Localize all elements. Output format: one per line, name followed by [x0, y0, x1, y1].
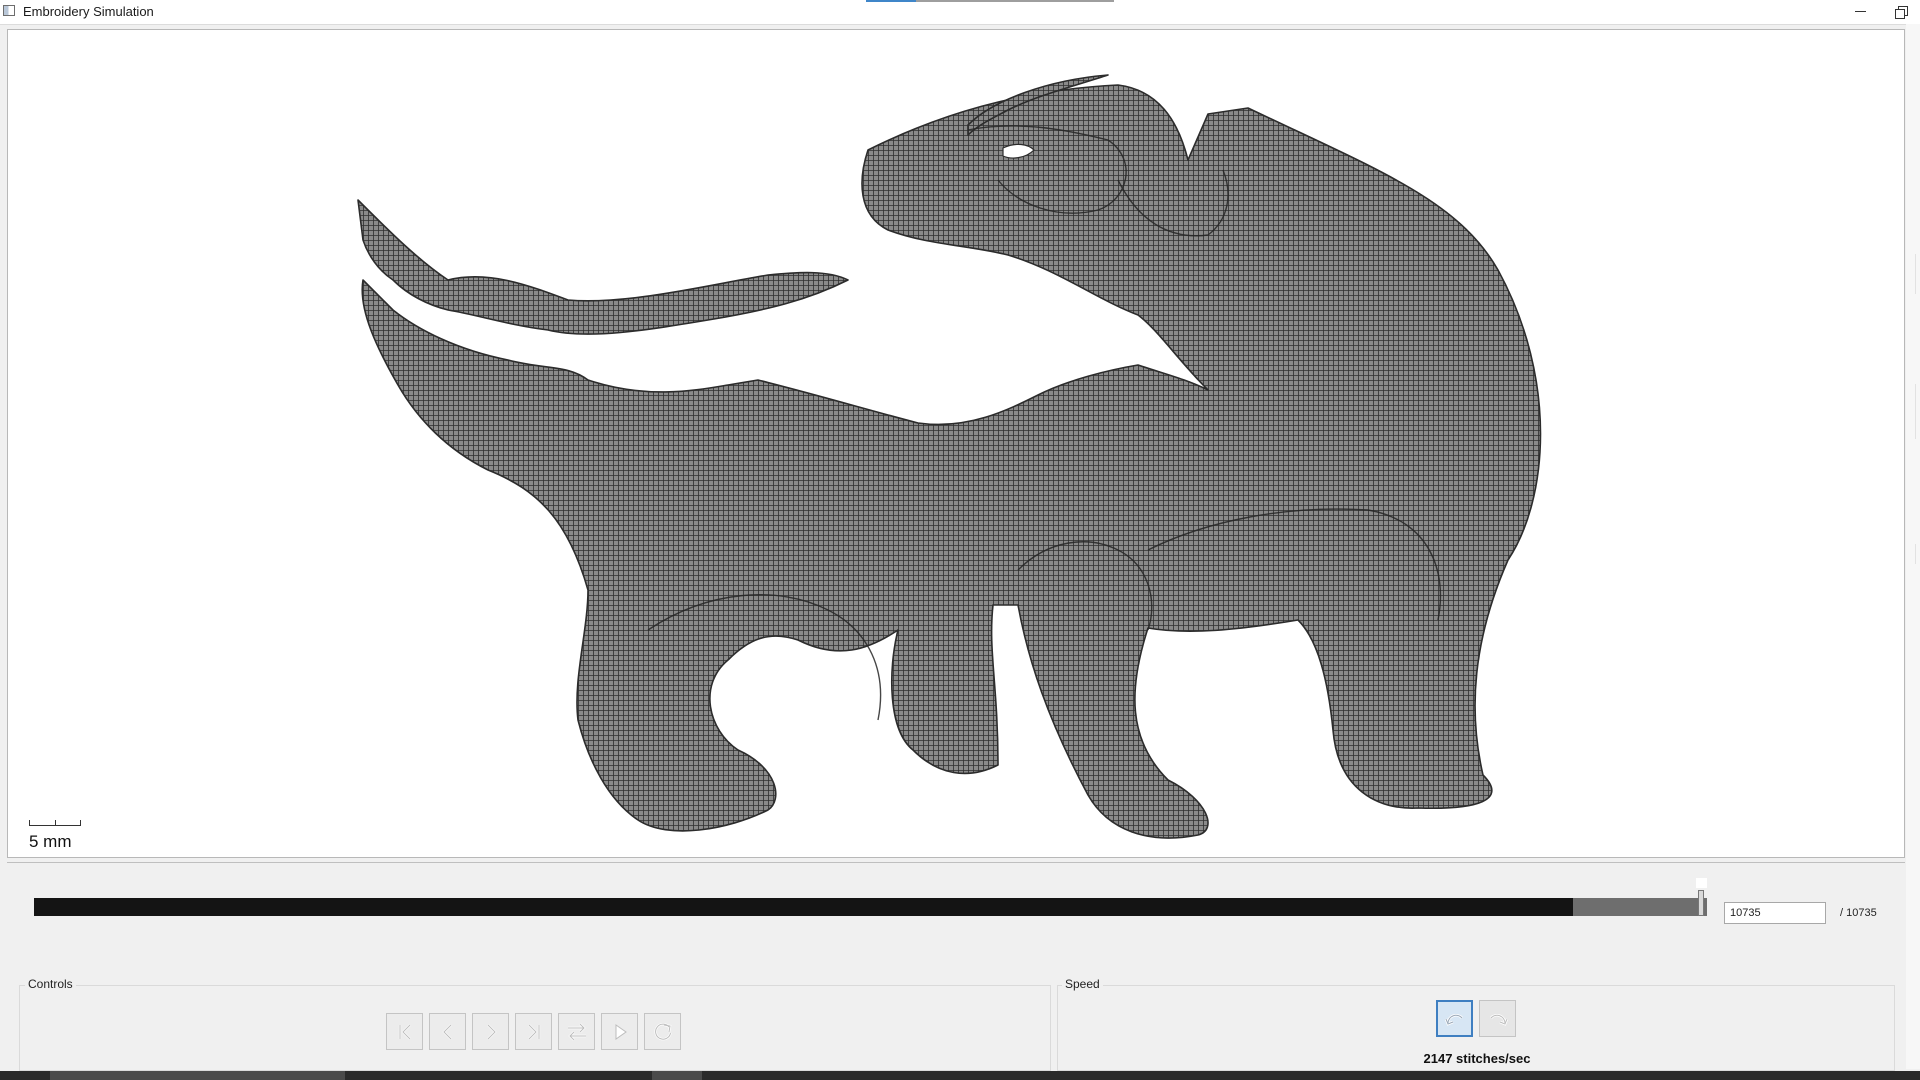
title-bar-indicator — [866, 0, 1114, 2]
embroidery-simulation-window: Embroidery Simulation 5 mm 10735 / 10735… — [0, 0, 1920, 1080]
last-stitch-button[interactable] — [515, 1013, 552, 1050]
total-stitches-label: / 10735 — [1840, 907, 1877, 919]
minimize-icon — [1854, 10, 1866, 12]
title-bar: Embroidery Simulation — [0, 0, 1920, 25]
restore-icon — [1894, 5, 1908, 19]
app-window-icon — [3, 5, 15, 16]
previous-stitch-button[interactable] — [429, 1013, 466, 1050]
step-back-icon — [441, 1023, 452, 1040]
scale-bar — [29, 820, 81, 828]
slower-speed-button[interactable] — [1436, 1000, 1473, 1037]
animal-tail-shape — [357, 199, 849, 335]
embroidered-animal-figure — [357, 74, 1542, 839]
skip-to-start-icon — [398, 1023, 411, 1040]
step-forward-icon — [486, 1023, 497, 1040]
current-stitch-input[interactable] — [1724, 902, 1826, 924]
slider-thumb[interactable] — [1698, 890, 1704, 916]
speed-group: Speed 2147 stitches/sec — [1057, 977, 1895, 1071]
animal-body-shape — [361, 84, 1542, 839]
controls-group: Controls — [19, 977, 1051, 1071]
controls-group-label: Controls — [25, 977, 76, 991]
scale-label: 5 mm — [29, 832, 72, 851]
speed-readout: 2147 stitches/sec — [1423, 1051, 1531, 1066]
refresh-icon — [653, 1022, 672, 1040]
swap-direction-button[interactable] — [558, 1013, 595, 1050]
taskbar-strip — [0, 1071, 1920, 1080]
play-icon — [615, 1023, 627, 1040]
reset-button[interactable] — [644, 1013, 681, 1050]
skip-to-end-icon — [527, 1023, 540, 1040]
faster-speed-button[interactable] — [1479, 1000, 1516, 1037]
minimize-button[interactable] — [1840, 0, 1880, 22]
next-stitch-button[interactable] — [472, 1013, 509, 1050]
restore-button[interactable] — [1880, 0, 1920, 22]
swap-icon — [567, 1022, 586, 1041]
play-button[interactable] — [601, 1013, 638, 1050]
speed-group-label: Speed — [1062, 977, 1103, 991]
stitch-progress-panel: / 10735 — [7, 862, 1905, 968]
design-canvas[interactable]: 5 mm — [7, 29, 1905, 858]
first-stitch-button[interactable] — [386, 1013, 423, 1050]
slider-thumb-cap — [1696, 878, 1707, 888]
stitch-progress-fill — [34, 898, 1573, 916]
speed-up-icon — [1489, 1013, 1508, 1026]
slow-down-icon — [1444, 1013, 1463, 1026]
side-scroll-strip — [1906, 24, 1920, 1069]
window-title: Embroidery Simulation — [23, 4, 154, 19]
stitch-progress-slider[interactable] — [34, 898, 1707, 916]
